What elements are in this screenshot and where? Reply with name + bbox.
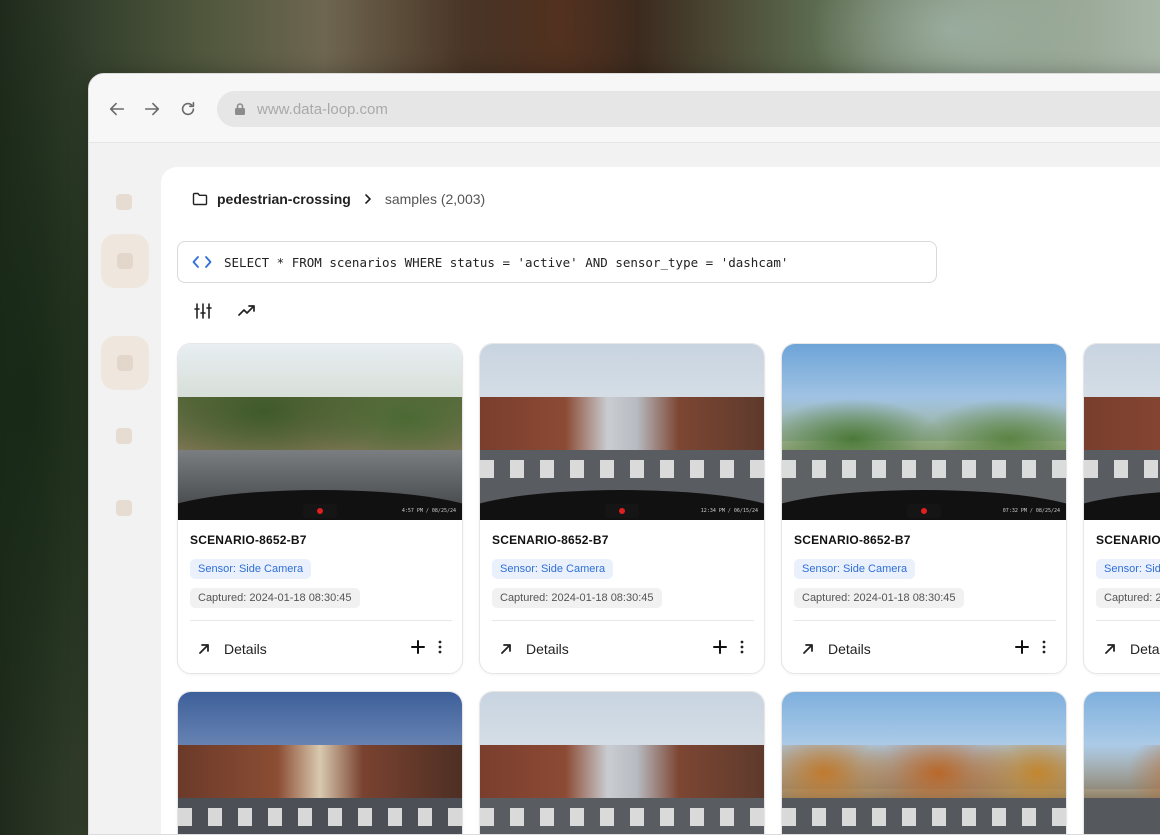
scenario-thumbnail (1084, 344, 1160, 520)
scenario-card[interactable]: SCENARIO-8652-B7 Sensor: Side Camera Cap… (1083, 343, 1160, 674)
more-vertical-icon[interactable] (1041, 640, 1047, 654)
query-text: SELECT * FROM scenarios WHERE status = '… (224, 254, 789, 270)
rail-item-2[interactable] (101, 234, 149, 288)
scenario-card[interactable]: 12:34 PM / 06/15/24 SCENARIO-8652-B7 Sen… (479, 343, 765, 674)
sensor-badge: Sensor: Side Camera (492, 559, 614, 579)
browser-toolbar: www.data-loop.com (89, 74, 1160, 143)
details-label: Details (1130, 641, 1160, 657)
more-vertical-icon[interactable] (739, 640, 745, 654)
rail-item-5[interactable] (116, 500, 132, 516)
back-icon[interactable] (106, 98, 128, 120)
card-title: SCENARIO-8652-B7 (1096, 533, 1160, 547)
sensor-badge: Sensor: Side Camera (794, 559, 916, 579)
plus-icon[interactable] (713, 640, 727, 654)
breadcrumb-current: samples (2,003) (384, 191, 486, 207)
details-button[interactable]: Details (802, 641, 871, 657)
lock-icon (235, 103, 245, 115)
captured-badge: Captured: 2024-01-18 08:30:45 (492, 588, 662, 608)
rail-item-3[interactable] (101, 336, 149, 390)
code-icon (192, 256, 212, 268)
details-label: Details (828, 641, 871, 657)
scenario-thumbnail: 07:32 PM / 08/25/24 (782, 344, 1066, 520)
more-vertical-icon[interactable] (437, 640, 443, 654)
plus-icon[interactable] (411, 640, 425, 654)
breadcrumb: pedestrian-crossing samples (2,003) (192, 191, 485, 207)
address-bar[interactable]: www.data-loop.com (217, 91, 1160, 127)
timestamp-overlay: 4:57 PM / 08/25/24 (401, 508, 456, 514)
side-rail (89, 143, 161, 834)
scenario-card[interactable]: 4:57 PM / 08/25/24 SCENARIO-8652-B7 Sens… (177, 343, 463, 674)
card-divider (190, 620, 452, 621)
rail-item-4[interactable] (116, 428, 132, 444)
chevron-right-icon (365, 194, 371, 204)
card-divider (794, 620, 1056, 621)
scenario-thumbnail (1084, 692, 1160, 834)
main-panel: pedestrian-crossing samples (2,003) SELE… (161, 167, 1160, 834)
timestamp-overlay: 07:32 PM / 08/25/24 (1002, 508, 1060, 514)
scenario-thumbnail: 12:34 PM / 06/15/24 (480, 344, 764, 520)
scenario-thumbnail: 4:57 PM / 08/25/24 (178, 344, 462, 520)
scenario-thumbnail (480, 692, 764, 834)
scenario-thumbnail (178, 692, 462, 834)
reload-icon[interactable] (177, 98, 199, 120)
trending-up-icon[interactable] (237, 301, 257, 321)
scenario-thumbnail (782, 692, 1066, 834)
captured-badge: Captured: 2024-01-18 08:30:45 (794, 588, 964, 608)
rail-item-1[interactable] (116, 194, 132, 210)
card-title: SCENARIO-8652-B7 (794, 533, 911, 547)
scenario-card[interactable] (781, 691, 1067, 834)
timestamp-overlay: 12:34 PM / 06/15/24 (700, 508, 758, 514)
captured-badge: Captured: 2024-01-18 08:30:45 (190, 588, 360, 608)
scenario-card[interactable]: 07:32 PM / 08/25/24 SCENARIO-8652-B7 Sen… (781, 343, 1067, 674)
breadcrumb-folder[interactable]: pedestrian-crossing (217, 191, 351, 207)
captured-badge: Captured: 2024-01-18 08:30:45 (1096, 588, 1160, 608)
plus-icon[interactable] (1015, 640, 1029, 654)
folder-icon (192, 192, 208, 206)
arrow-up-right-icon (1105, 644, 1115, 654)
card-title: SCENARIO-8652-B7 (190, 533, 307, 547)
card-divider (1096, 620, 1160, 621)
url-text: www.data-loop.com (257, 100, 388, 118)
filter-sliders-icon[interactable] (193, 301, 213, 321)
details-button[interactable]: Details (500, 641, 569, 657)
card-title: SCENARIO-8652-B7 (492, 533, 609, 547)
scenario-card[interactable] (1083, 691, 1160, 834)
details-label: Details (224, 641, 267, 657)
arrow-up-right-icon (803, 644, 813, 654)
scenario-card[interactable] (177, 691, 463, 834)
card-divider (492, 620, 754, 621)
sensor-badge: Sensor: Side Camera (190, 559, 312, 579)
forward-icon[interactable] (141, 98, 163, 120)
arrow-up-right-icon (501, 644, 511, 654)
arrow-up-right-icon (199, 644, 209, 654)
browser-window: www.data-loop.com pedestrian-crossing sa… (88, 73, 1160, 835)
details-button[interactable]: Details (1104, 641, 1160, 657)
details-button[interactable]: Details (198, 641, 267, 657)
query-input[interactable]: SELECT * FROM scenarios WHERE status = '… (177, 241, 937, 283)
scenario-card[interactable] (479, 691, 765, 834)
sensor-badge: Sensor: Side Camera (1096, 559, 1160, 579)
details-label: Details (526, 641, 569, 657)
